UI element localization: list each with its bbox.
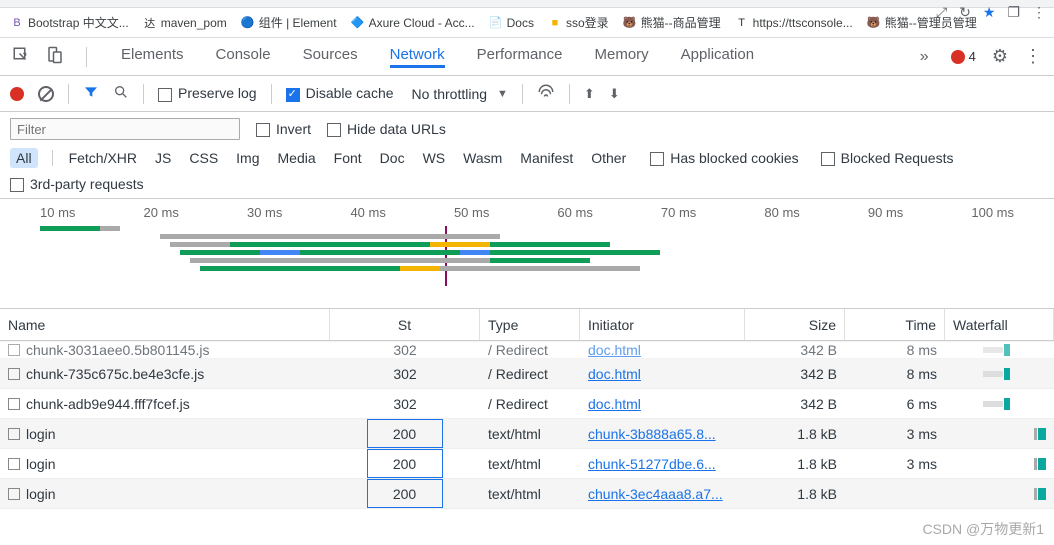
network-toolbar: Preserve log Disable cache No throttling… [0, 76, 1054, 112]
row-checkbox-icon [8, 488, 20, 500]
table-row[interactable]: login 200 text/html chunk-51277dbe.6... … [0, 449, 1054, 479]
filter-toggle-icon[interactable] [83, 84, 99, 103]
error-badge[interactable]: 4 [951, 49, 976, 64]
device-toggle-icon[interactable] [46, 46, 64, 67]
col-size[interactable]: Size [745, 309, 845, 340]
request-name: chunk-3031aee0.5b801145.js [26, 342, 209, 358]
bookmark-item[interactable]: BBootstrap 中文文... [10, 14, 129, 31]
search-icon[interactable] [113, 84, 129, 103]
kebab-menu-icon[interactable]: ⋮ [1024, 46, 1042, 67]
filter-type-manifest[interactable]: Manifest [518, 148, 575, 168]
bookmark-item[interactable]: 🔵组件 | Element [241, 14, 337, 31]
timeline-tick: 80 ms [764, 205, 799, 220]
initiator-link[interactable]: chunk-3b888a65.8... [588, 426, 716, 442]
col-waterfall[interactable]: Waterfall [945, 309, 1054, 340]
timeline-tick: 90 ms [868, 205, 903, 220]
devtools-header: Elements Console Sources Network Performance… [0, 38, 1054, 76]
bookmark-item[interactable]: 达maven_pom [143, 16, 227, 30]
timeline-tick: 50 ms [454, 205, 489, 220]
request-name: login [26, 486, 56, 502]
tab-elements[interactable]: Elements [121, 46, 184, 68]
row-checkbox-icon [8, 458, 20, 470]
request-name: chunk-735c675c.be4e3cfe.js [26, 366, 204, 382]
download-icon[interactable]: ⬇ [609, 86, 620, 102]
filter-type-doc[interactable]: Doc [378, 148, 407, 168]
filter-bar: Invert Hide data URLs All Fetch/XHR JS CSS I… [0, 112, 1054, 199]
filter-type-fetchxhr[interactable]: Fetch/XHR [67, 148, 139, 168]
row-checkbox-icon [8, 344, 20, 356]
col-initiator[interactable]: Initiator [580, 309, 745, 340]
bookmark-item[interactable]: 🔷Axure Cloud - Acc... [351, 16, 475, 30]
filter-type-ws[interactable]: WS [421, 148, 448, 168]
table-row[interactable]: chunk-adb9e944.fff7fcef.js 302 / Redirec… [0, 389, 1054, 419]
row-checkbox-icon [8, 428, 20, 440]
invert-checkbox[interactable]: Invert [256, 121, 311, 137]
timeline-tick: 40 ms [350, 205, 385, 220]
filter-type-font[interactable]: Font [332, 148, 364, 168]
timeline-tick: 20 ms [143, 205, 178, 220]
browser-window-controls: ⤢↻★❐⋮ [936, 4, 1046, 21]
filter-type-wasm[interactable]: Wasm [461, 148, 504, 168]
table-row[interactable]: login 200 text/html chunk-3b888a65.8... … [0, 419, 1054, 449]
inspect-icon[interactable] [12, 46, 30, 67]
more-tabs-icon[interactable]: » [920, 48, 929, 66]
filter-type-media[interactable]: Media [276, 148, 318, 168]
col-status[interactable]: St [330, 309, 480, 340]
throttling-dropdown[interactable]: No throttling▼ [412, 86, 508, 102]
filter-type-img[interactable]: Img [234, 148, 261, 168]
request-name: login [26, 426, 56, 442]
timeline[interactable]: 10 ms 20 ms 30 ms 40 ms 50 ms 60 ms 70 ms 80 ms… [0, 199, 1054, 309]
timeline-tick: 30 ms [247, 205, 282, 220]
preserve-log-checkbox[interactable]: Preserve log [158, 85, 257, 102]
tab-console[interactable]: Console [216, 46, 271, 68]
timeline-tick: 10 ms [40, 205, 75, 220]
initiator-link[interactable]: chunk-3ec4aaa8.a7... [588, 486, 723, 502]
table-row[interactable]: login 200 text/html chunk-3ec4aaa8.a7...… [0, 479, 1054, 509]
timeline-tick: 60 ms [557, 205, 592, 220]
requests-table: Name St Type Initiator Size Time Waterfa… [0, 309, 1054, 509]
filter-input[interactable] [10, 118, 240, 140]
upload-icon[interactable]: ⬆ [584, 86, 595, 102]
tab-network[interactable]: Network [390, 46, 445, 68]
tab-performance[interactable]: Performance [477, 46, 563, 68]
filter-type-other[interactable]: Other [589, 148, 628, 168]
filter-type-css[interactable]: CSS [187, 148, 220, 168]
bookmark-item[interactable]: ■sso登录 [548, 14, 609, 31]
third-party-checkbox[interactable]: 3rd-party requests [10, 176, 144, 192]
initiator-link[interactable]: doc.html [588, 366, 641, 382]
col-name[interactable]: Name [0, 309, 330, 340]
filter-type-all[interactable]: All [10, 148, 38, 168]
tab-sources[interactable]: Sources [303, 46, 358, 68]
bookmark-item[interactable]: Thttps://ttsconsole... [735, 16, 853, 30]
bookmark-item[interactable]: 🐻熊猫--商品管理 [623, 14, 721, 31]
tab-application[interactable]: Application [681, 46, 754, 68]
tab-memory[interactable]: Memory [595, 46, 649, 68]
col-time[interactable]: Time [845, 309, 945, 340]
table-row[interactable]: chunk-735c675c.be4e3cfe.js 302 / Redirec… [0, 359, 1054, 389]
initiator-link[interactable]: doc.html [588, 396, 641, 412]
timeline-tick: 70 ms [661, 205, 696, 220]
blocked-requests-checkbox[interactable]: Blocked Requests [821, 150, 954, 166]
row-checkbox-icon [8, 368, 20, 380]
settings-icon[interactable]: ⚙ [992, 46, 1008, 67]
filter-type-js[interactable]: JS [153, 148, 173, 168]
initiator-link[interactable]: doc.html [588, 342, 641, 358]
hide-data-urls-checkbox[interactable]: Hide data URLs [327, 121, 446, 137]
col-type[interactable]: Type [480, 309, 580, 340]
bookmark-item[interactable]: 📄Docs [489, 16, 534, 30]
clear-button[interactable] [38, 86, 54, 102]
row-checkbox-icon [8, 398, 20, 410]
request-name: login [26, 456, 56, 472]
bookmarks-bar: BBootstrap 中文文... 达maven_pom 🔵组件 | Element… [0, 8, 1054, 38]
initiator-link[interactable]: chunk-51277dbe.6... [588, 456, 716, 472]
timeline-tick: 100 ms [971, 205, 1014, 220]
network-conditions-icon[interactable] [537, 83, 555, 104]
disable-cache-checkbox[interactable]: Disable cache [286, 85, 394, 102]
table-row[interactable]: chunk-3031aee0.5b801145.js 302 / Redirec… [0, 341, 1054, 359]
table-header: Name St Type Initiator Size Time Waterfa… [0, 309, 1054, 341]
record-button[interactable] [10, 87, 24, 101]
has-blocked-cookies-checkbox[interactable]: Has blocked cookies [650, 150, 798, 166]
request-name: chunk-adb9e944.fff7fcef.js [26, 396, 190, 412]
watermark: CSDN @万物更新1 [922, 519, 1044, 539]
